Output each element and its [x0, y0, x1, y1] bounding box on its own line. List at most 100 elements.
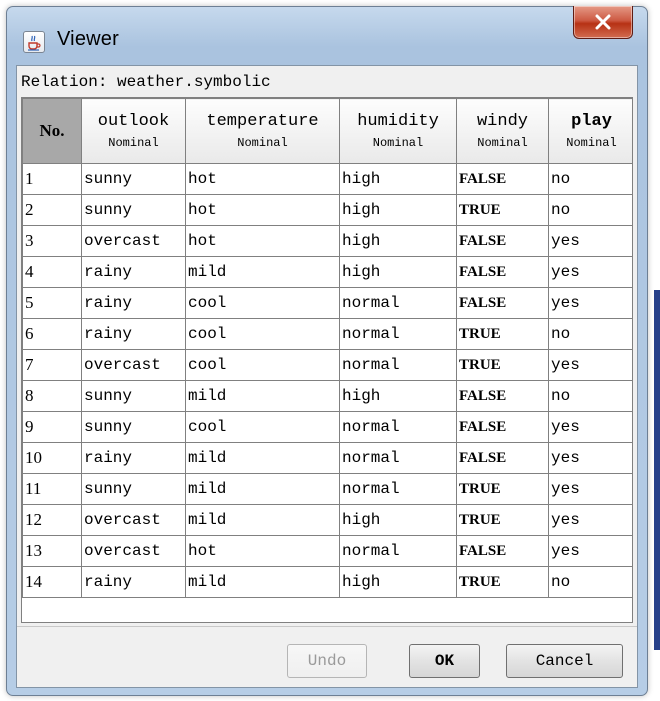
cell-outlook[interactable]: sunny [81, 411, 186, 443]
column-header-no[interactable]: No. [22, 98, 82, 164]
table-row[interactable]: 11 sunny mild normal TRUE yes [22, 473, 632, 505]
cell-play[interactable]: no [548, 163, 632, 195]
cell-temperature[interactable]: cool [185, 287, 340, 319]
cell-windy[interactable]: FALSE [456, 380, 549, 412]
cell-play[interactable]: yes [548, 411, 632, 443]
cell-no[interactable]: 8 [22, 380, 82, 412]
cell-windy[interactable]: TRUE [456, 349, 549, 381]
cell-humidity[interactable]: high [339, 225, 457, 257]
column-header-temperature[interactable]: temperature Nominal [185, 98, 340, 164]
table-row[interactable]: 3 overcast hot high FALSE yes [22, 225, 632, 257]
cell-humidity[interactable]: high [339, 194, 457, 226]
cell-windy[interactable]: FALSE [456, 411, 549, 443]
table-row[interactable]: 6 rainy cool normal TRUE no [22, 318, 632, 350]
cell-humidity[interactable]: normal [339, 349, 457, 381]
cell-windy[interactable]: FALSE [456, 256, 549, 288]
cell-play[interactable]: yes [548, 442, 632, 474]
cell-play[interactable]: yes [548, 504, 632, 536]
cell-humidity[interactable]: normal [339, 287, 457, 319]
cell-outlook[interactable]: sunny [81, 194, 186, 226]
table-row[interactable]: 8 sunny mild high FALSE no [22, 380, 632, 412]
cell-outlook[interactable]: overcast [81, 535, 186, 567]
cell-no[interactable]: 11 [22, 473, 82, 505]
cell-play[interactable]: no [548, 380, 632, 412]
cell-temperature[interactable]: mild [185, 380, 340, 412]
cell-temperature[interactable]: hot [185, 225, 340, 257]
column-header-humidity[interactable]: humidity Nominal [339, 98, 457, 164]
cell-outlook[interactable]: rainy [81, 318, 186, 350]
cell-windy[interactable]: TRUE [456, 504, 549, 536]
table-row[interactable]: 1 sunny hot high FALSE no [22, 163, 632, 195]
cell-outlook[interactable]: overcast [81, 225, 186, 257]
cell-no[interactable]: 2 [22, 194, 82, 226]
cell-no[interactable]: 12 [22, 504, 82, 536]
cancel-button[interactable]: Cancel [506, 644, 623, 678]
cell-temperature[interactable]: mild [185, 256, 340, 288]
cell-temperature[interactable]: hot [185, 163, 340, 195]
cell-windy[interactable]: FALSE [456, 225, 549, 257]
cell-windy[interactable]: FALSE [456, 163, 549, 195]
cell-temperature[interactable]: mild [185, 442, 340, 474]
cell-outlook[interactable]: sunny [81, 380, 186, 412]
cell-temperature[interactable]: hot [185, 194, 340, 226]
table-row[interactable]: 5 rainy cool normal FALSE yes [22, 287, 632, 319]
cell-humidity[interactable]: high [339, 380, 457, 412]
cell-outlook[interactable]: overcast [81, 504, 186, 536]
cell-humidity[interactable]: normal [339, 473, 457, 505]
cell-temperature[interactable]: mild [185, 566, 340, 598]
cell-temperature[interactable]: mild [185, 473, 340, 505]
cell-windy[interactable]: TRUE [456, 318, 549, 350]
cell-humidity[interactable]: normal [339, 411, 457, 443]
table-row[interactable]: 9 sunny cool normal FALSE yes [22, 411, 632, 443]
cell-outlook[interactable]: overcast [81, 349, 186, 381]
table-row[interactable]: 2 sunny hot high TRUE no [22, 194, 632, 226]
cell-humidity[interactable]: normal [339, 442, 457, 474]
close-button[interactable] [573, 6, 633, 39]
table-row[interactable]: 13 overcast hot normal FALSE yes [22, 535, 632, 567]
cell-windy[interactable]: FALSE [456, 287, 549, 319]
cell-windy[interactable]: FALSE [456, 535, 549, 567]
cell-no[interactable]: 1 [22, 163, 82, 195]
cell-windy[interactable]: FALSE [456, 442, 549, 474]
cell-play[interactable]: yes [548, 256, 632, 288]
cell-outlook[interactable]: rainy [81, 566, 186, 598]
cell-play[interactable]: yes [548, 535, 632, 567]
cell-windy[interactable]: TRUE [456, 566, 549, 598]
table-row[interactable]: 4 rainy mild high FALSE yes [22, 256, 632, 288]
cell-no[interactable]: 4 [22, 256, 82, 288]
cell-no[interactable]: 9 [22, 411, 82, 443]
cell-no[interactable]: 3 [22, 225, 82, 257]
cell-play[interactable]: yes [548, 473, 632, 505]
cell-no[interactable]: 7 [22, 349, 82, 381]
cell-no[interactable]: 10 [22, 442, 82, 474]
column-header-outlook[interactable]: outlook Nominal [81, 98, 186, 164]
cell-no[interactable]: 5 [22, 287, 82, 319]
cell-temperature[interactable]: cool [185, 349, 340, 381]
cell-no[interactable]: 6 [22, 318, 82, 350]
cell-humidity[interactable]: high [339, 256, 457, 288]
cell-play[interactable]: no [548, 194, 632, 226]
cell-temperature[interactable]: cool [185, 411, 340, 443]
table-row[interactable]: 14 rainy mild high TRUE no [22, 566, 632, 598]
cell-windy[interactable]: TRUE [456, 473, 549, 505]
table-row[interactable]: 10 rainy mild normal FALSE yes [22, 442, 632, 474]
cell-play[interactable]: no [548, 318, 632, 350]
cell-play[interactable]: yes [548, 287, 632, 319]
cell-humidity[interactable]: high [339, 566, 457, 598]
cell-humidity[interactable]: normal [339, 318, 457, 350]
java-cup-icon[interactable] [23, 31, 45, 53]
cell-no[interactable]: 13 [22, 535, 82, 567]
title-bar[interactable]: Viewer [7, 6, 647, 63]
cell-temperature[interactable]: hot [185, 535, 340, 567]
cell-temperature[interactable]: mild [185, 504, 340, 536]
table-row[interactable]: 7 overcast cool normal TRUE yes [22, 349, 632, 381]
cell-play[interactable]: yes [548, 225, 632, 257]
cell-outlook[interactable]: rainy [81, 287, 186, 319]
cell-temperature[interactable]: cool [185, 318, 340, 350]
column-header-play[interactable]: play Nominal [548, 98, 632, 164]
table-row[interactable]: 12 overcast mild high TRUE yes [22, 504, 632, 536]
cell-humidity[interactable]: normal [339, 535, 457, 567]
cell-play[interactable]: yes [548, 349, 632, 381]
cell-outlook[interactable]: sunny [81, 163, 186, 195]
ok-button[interactable]: OK [409, 644, 480, 678]
